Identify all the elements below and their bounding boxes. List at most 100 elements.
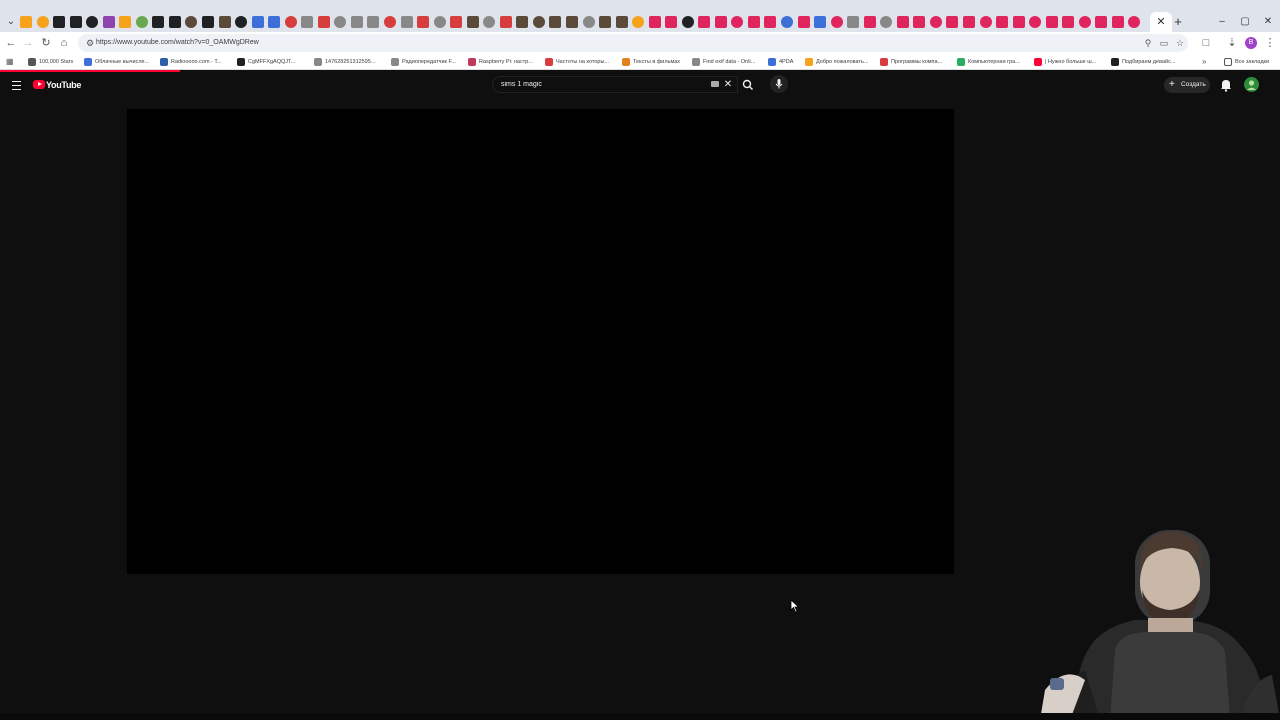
tab-favicon-icon[interactable] [1062,16,1075,28]
tab-favicon-icon[interactable] [599,16,612,28]
bookmark-item[interactable]: Частоты на которы... [545,56,609,68]
search-box[interactable]: ✕ [492,76,738,93]
tab-favicon-icon[interactable] [532,16,545,28]
bookmark-item[interactable]: Добро пожаловать... [805,56,868,68]
tab-favicon-icon[interactable] [764,16,777,28]
tab-favicon-icon[interactable] [1078,16,1091,28]
bookmark-item[interactable]: Подбираем девайс... [1111,56,1175,68]
notifications-button[interactable] [1219,77,1233,93]
tab-favicon-icon[interactable] [135,16,148,28]
reload-icon[interactable]: ↻ [38,35,54,51]
tab-favicon-icon[interactable] [747,16,760,28]
minimize-window-button[interactable]: – [1213,14,1231,30]
tab-favicon-icon[interactable] [450,16,463,28]
tab-favicon-icon[interactable] [516,16,529,28]
tab-favicon-icon[interactable] [549,16,562,28]
tab-favicon-icon[interactable] [814,16,827,28]
tab-favicon-icon[interactable] [383,16,396,28]
create-button[interactable]: + Создать [1164,77,1210,93]
video-player[interactable] [127,109,954,574]
tab-favicon-icon[interactable] [996,16,1009,28]
tab-favicon-icon[interactable] [913,16,926,28]
account-avatar[interactable] [1244,77,1259,92]
tab-favicon-icon[interactable] [20,16,32,28]
tab-favicon-icon[interactable] [979,16,992,28]
bookmark-item[interactable]: | Нужно больше ш... [1034,56,1096,68]
tab-favicon-icon[interactable] [781,16,794,28]
forward-arrow-icon[interactable]: → [20,35,36,51]
home-icon[interactable]: ⌂ [56,35,72,51]
bookmark-item[interactable]: Компьютерная гра... [957,56,1020,68]
tab-favicon-icon[interactable] [1128,16,1141,28]
tab-favicon-icon[interactable] [317,16,330,28]
tab-favicon-icon[interactable] [929,16,942,28]
tab-favicon-icon[interactable] [1111,16,1124,28]
tab-favicon-icon[interactable] [152,16,165,28]
tab-favicon-icon[interactable] [615,16,628,28]
tab-favicon-icon[interactable] [284,16,297,28]
bookmark-item[interactable]: Тексты в фильмах [622,56,680,68]
tab-favicon-icon[interactable] [1029,16,1042,28]
tab-favicon-icon[interactable] [582,16,595,28]
bookmark-star-icon[interactable]: ☆ [1174,37,1186,49]
tab-favicon-icon[interactable] [632,16,645,28]
site-info-icon[interactable]: ⚙ [84,37,96,49]
tab-favicon-icon[interactable] [268,16,281,28]
url-text[interactable]: https://www.youtube.com/watch?v=0_OAMWgD… [96,37,259,49]
tab-favicon-icon[interactable] [731,16,744,28]
tab-favicon-icon[interactable] [946,16,959,28]
tab-favicon-icon[interactable] [565,16,578,28]
tab-favicon-icon[interactable] [417,16,430,28]
tab-favicon-icon[interactable] [119,16,132,28]
tab-favicon-icon[interactable] [863,16,876,28]
bookmark-item[interactable]: Программы компа... [880,56,942,68]
tab-favicon-icon[interactable] [218,16,231,28]
extensions-icon[interactable]: □ [1198,35,1214,51]
bookmark-item[interactable]: Raspberry Pi: настр... [468,56,533,68]
address-bar[interactable]: ⚙ https://www.youtube.com/watch?v=0_OAMW… [78,34,1188,52]
close-window-button[interactable]: ✕ [1259,14,1277,30]
bookmark-item[interactable]: Радиопередатчик F... [391,56,456,68]
maximize-window-button[interactable]: ▢ [1236,14,1254,30]
bookmark-item[interactable]: Radiooooo.com - T... [160,56,222,68]
tab-favicon-icon[interactable] [168,16,181,28]
tab-favicon-icon[interactable] [433,16,446,28]
tab-search-icon[interactable]: ⌄ [4,15,18,29]
tab-favicon-icon[interactable] [963,16,975,28]
tab-favicon-icon[interactable] [235,16,248,28]
tab-favicon-icon[interactable] [86,16,99,28]
tab-favicon-icon[interactable] [648,16,661,28]
bookmark-item[interactable]: Find exif data - Onli... [692,56,755,68]
tab-favicon-icon[interactable] [367,16,380,28]
tab-favicon-icon[interactable] [102,16,115,28]
close-tab-icon[interactable]: ✕ [1154,14,1168,30]
all-bookmarks-folder[interactable]: Все закладки [1224,56,1269,68]
tab-favicon-icon[interactable] [499,16,512,28]
bookmark-item[interactable]: CgMFFXgAQQJT... [237,56,295,68]
tab-favicon-icon[interactable] [301,16,314,28]
tab-favicon-icon[interactable] [201,16,214,28]
tab-favicon-icon[interactable] [251,16,264,28]
keyboard-icon[interactable] [711,81,719,87]
tab-favicon-icon[interactable] [681,16,694,28]
tab-favicon-icon[interactable] [350,16,363,28]
tab-favicon-icon[interactable] [1012,16,1025,28]
tab-favicon-icon[interactable] [400,16,413,28]
apps-grid-icon[interactable]: ▦ [6,56,16,68]
tab-favicon-icon[interactable] [466,16,479,28]
search-button[interactable] [738,76,758,93]
tab-favicon-icon[interactable] [698,16,711,28]
downloads-icon[interactable]: ⇣ [1224,35,1240,51]
new-tab-button[interactable]: + [1171,14,1185,30]
bookmark-item[interactable]: 147628251312595... [314,56,375,68]
back-arrow-icon[interactable]: ← [3,35,19,51]
tab-favicon-icon[interactable] [830,16,843,28]
tab-favicon-icon[interactable] [880,16,893,28]
profile-avatar[interactable]: B [1245,37,1257,49]
tab-favicon-icon[interactable] [1045,16,1058,28]
more-bookmarks-icon[interactable]: » [1202,56,1206,68]
tab-favicon-icon[interactable] [36,16,49,28]
search-input[interactable] [501,78,691,91]
zoom-icon[interactable]: ⚲ [1142,37,1154,49]
tab-favicon-icon[interactable] [847,16,860,28]
